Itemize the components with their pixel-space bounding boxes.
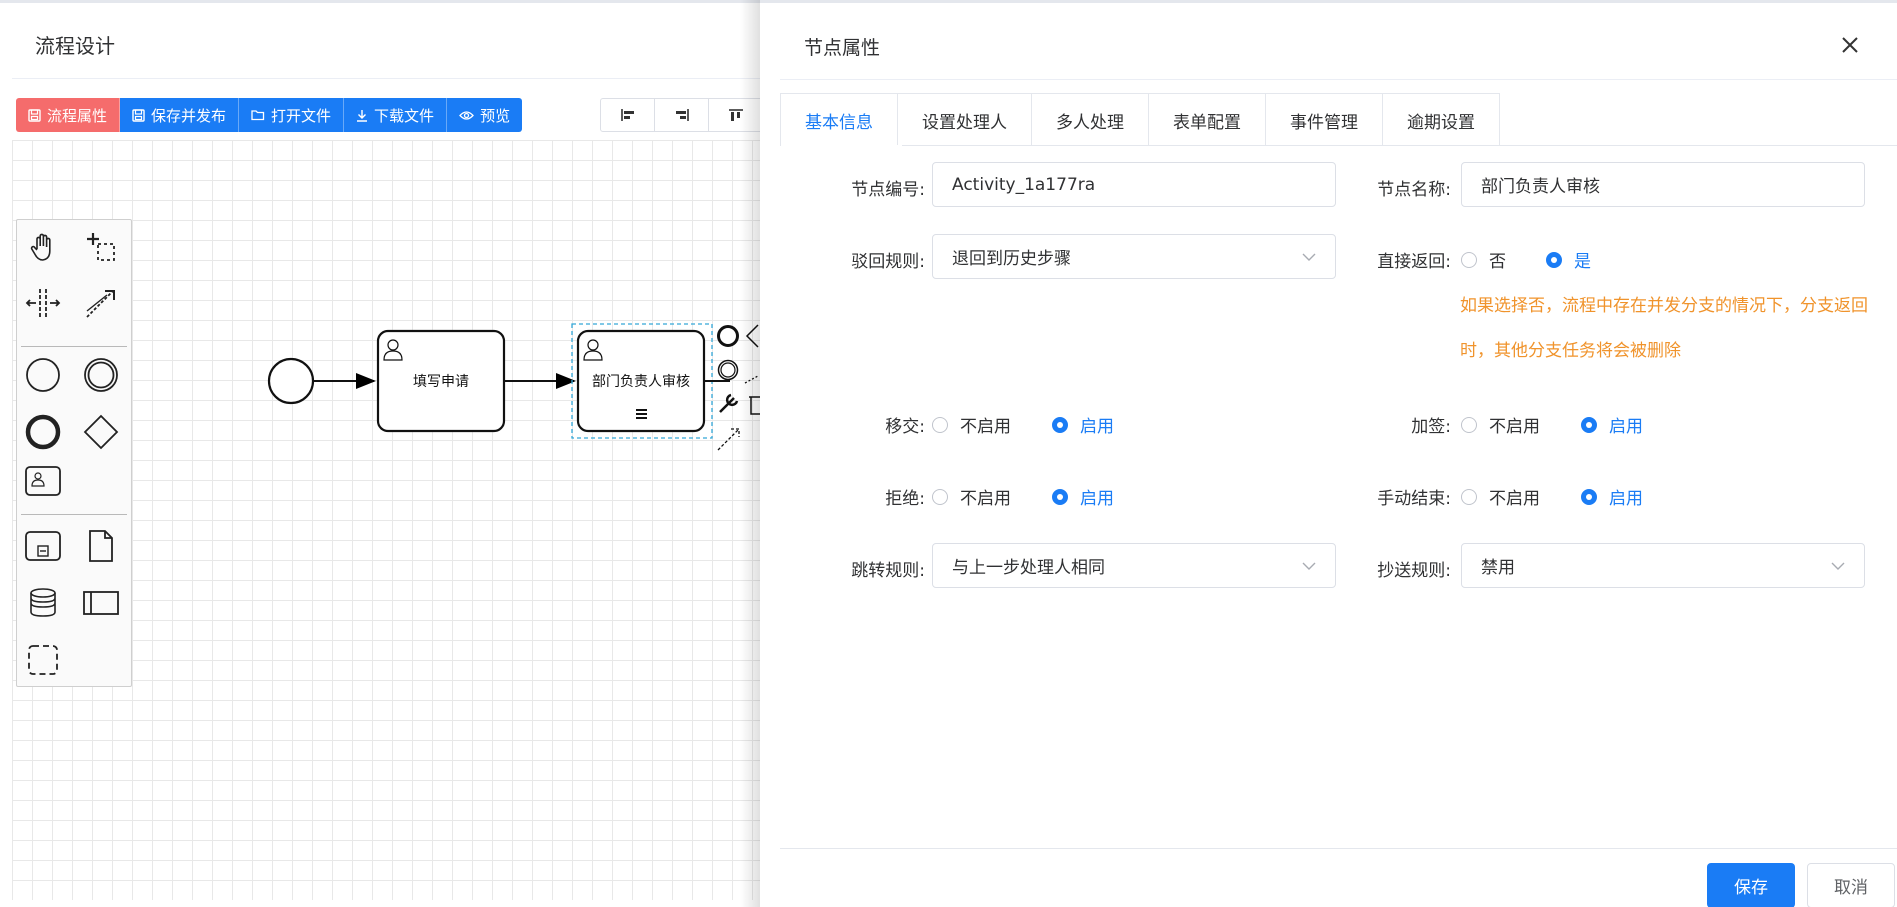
radio-circle-checked: [1546, 251, 1562, 268]
append-end-event-icon[interactable]: [717, 325, 739, 347]
node-tabs: 基本信息 设置处理人 多人处理 表单配置 事件管理 逾期设置: [780, 93, 1500, 146]
bpmn-diagram: 填写申请 部门负责人审核: [267, 323, 760, 451]
cc-rule-label: 抄送规则:: [1377, 561, 1451, 581]
tab-basic-info[interactable]: 基本信息: [781, 94, 898, 146]
node-name-value: 部门负责人审核: [1481, 177, 1600, 197]
tab-event-management[interactable]: 事件管理: [1266, 94, 1383, 146]
tabs-active-gap: [781, 145, 902, 146]
tab-overdue-settings[interactable]: 逾期设置: [1383, 94, 1499, 146]
node-name-label: 节点名称:: [1377, 180, 1451, 200]
multi-instance-icon: [636, 409, 647, 419]
manual-end-enabled-radio[interactable]: 启用: [1581, 484, 1643, 509]
chevron-down-icon: [1831, 562, 1845, 570]
save-button[interactable]: 保存: [1707, 863, 1795, 907]
direct-return-no-radio[interactable]: 否: [1461, 247, 1506, 272]
countersign-disabled-radio[interactable]: 不启用: [1461, 412, 1540, 437]
drawer-shadow: [740, 0, 760, 907]
direct-return-yes-radio[interactable]: 是: [1546, 247, 1591, 272]
wrench-icon[interactable]: [719, 393, 739, 413]
drawer-divider: [780, 79, 1897, 80]
close-icon: [1842, 37, 1858, 53]
tab-handler[interactable]: 设置处理人: [898, 94, 1032, 146]
tab-multi-user[interactable]: 多人处理: [1032, 94, 1149, 146]
transfer-disabled-radio[interactable]: 不启用: [932, 412, 1011, 437]
radio-circle-checked: [1052, 488, 1068, 505]
reject-rule-select[interactable]: 退回到历史步骤: [932, 234, 1336, 279]
manual-end-disabled-label: 不启用: [1489, 489, 1540, 509]
countersign-enabled-radio[interactable]: 启用: [1581, 412, 1643, 437]
radio-circle-checked: [1581, 488, 1597, 505]
node-name-field[interactable]: 部门负责人审核: [1461, 162, 1865, 207]
footer-divider: [780, 848, 1897, 849]
close-button[interactable]: [1838, 33, 1862, 57]
radio-circle: [932, 416, 948, 433]
transfer-disabled-label: 不启用: [960, 417, 1011, 437]
manual-end-enabled-label: 启用: [1609, 489, 1643, 509]
refuse-enabled-radio[interactable]: 启用: [1052, 484, 1114, 509]
tab-form-config[interactable]: 表单配置: [1149, 94, 1266, 146]
manual-end-label: 手动结束:: [1377, 489, 1451, 509]
refuse-label: 拒绝:: [885, 489, 925, 509]
direct-return-yes-label: 是: [1574, 252, 1591, 272]
node-properties-drawer: 节点属性 基本信息 设置处理人 多人处理 表单配置 事件管理 逾期设置 节点编号…: [760, 3, 1897, 907]
direct-return-no-label: 否: [1489, 252, 1506, 272]
node-id-field[interactable]: Activity_1a177ra: [932, 162, 1336, 207]
cc-rule-select[interactable]: 禁用: [1461, 543, 1865, 588]
direct-return-hint: 如果选择否，流程中存在并发分支的情况下，分支返回时，其他分支任务将会被删除: [1460, 296, 1868, 361]
radio-circle: [1461, 488, 1477, 505]
transfer-enabled-radio[interactable]: 启用: [1052, 412, 1114, 437]
jump-rule-value: 与上一步处理人相同: [952, 558, 1105, 578]
connect-arrow-icon[interactable]: [717, 428, 740, 451]
cancel-button[interactable]: 取消: [1807, 863, 1895, 907]
radio-circle: [932, 488, 948, 505]
refuse-disabled-radio[interactable]: 不启用: [932, 484, 1011, 509]
radio-circle-checked: [1052, 416, 1068, 433]
cc-rule-value: 禁用: [1481, 558, 1515, 578]
tabs-underline: [780, 145, 1897, 146]
reject-rule-value: 退回到历史步骤: [952, 249, 1071, 269]
task-1-label: 填写申请: [413, 374, 469, 390]
reject-rule-label: 驳回规则:: [851, 252, 925, 272]
direct-return-label: 直接返回:: [1377, 252, 1451, 272]
manual-end-disabled-radio[interactable]: 不启用: [1461, 484, 1540, 509]
refuse-enabled-label: 启用: [1080, 489, 1114, 509]
node-id-value: Activity_1a177ra: [952, 174, 1096, 195]
countersign-label: 加签:: [1411, 417, 1451, 437]
node-id-label: 节点编号:: [851, 180, 925, 200]
start-event[interactable]: [267, 357, 315, 405]
drawer-title: 节点属性: [804, 37, 881, 59]
task-2-label: 部门负责人审核: [592, 374, 690, 390]
radio-circle: [1461, 416, 1477, 433]
refuse-disabled-label: 不启用: [960, 489, 1011, 509]
jump-rule-select[interactable]: 与上一步处理人相同: [932, 543, 1336, 588]
radio-circle: [1461, 251, 1477, 268]
countersign-disabled-label: 不启用: [1489, 417, 1540, 437]
transfer-enabled-label: 启用: [1080, 417, 1114, 437]
transfer-label: 移交:: [885, 417, 925, 437]
radio-circle-checked: [1581, 416, 1597, 433]
jump-rule-label: 跳转规则:: [851, 561, 925, 581]
countersign-enabled-label: 启用: [1609, 417, 1643, 437]
